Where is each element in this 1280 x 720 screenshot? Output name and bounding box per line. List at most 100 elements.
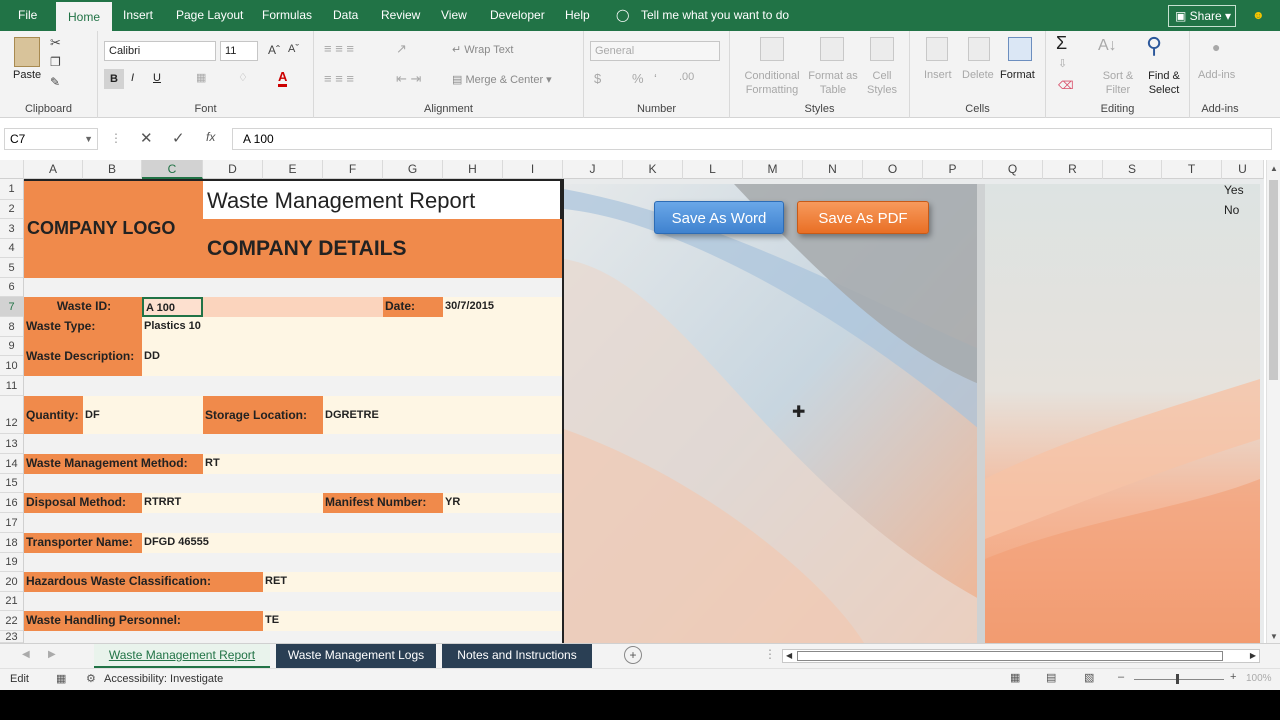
align-left-icon[interactable]: ≡ ≡ ≡	[324, 71, 354, 86]
paste-icon[interactable]	[14, 37, 40, 67]
list-item[interactable]: No	[1222, 201, 1262, 219]
row-header[interactable]: 12	[0, 396, 23, 434]
column-header[interactable]: R	[1043, 160, 1103, 179]
add-sheet-icon[interactable]: +	[624, 646, 642, 664]
scroll-up-icon[interactable]: ▲	[1270, 164, 1278, 173]
vertical-scrollbar[interactable]: ▲ ▼	[1266, 160, 1280, 643]
fill-icon[interactable]: ⇩	[1058, 57, 1067, 70]
column-header[interactable]: Q	[983, 160, 1043, 179]
horizontal-scrollbar[interactable]: ◀ ▶	[782, 649, 1260, 663]
page-layout-view-icon[interactable]: ▤	[1046, 671, 1056, 684]
row-header[interactable]: 8	[0, 317, 23, 337]
underline-button[interactable]: U	[153, 72, 161, 84]
zoom-slider-thumb[interactable]	[1176, 674, 1179, 684]
column-header[interactable]: A	[24, 160, 83, 179]
column-header[interactable]: G	[383, 160, 443, 179]
comma-icon[interactable]: ‘	[654, 71, 657, 86]
currency-icon[interactable]: $	[594, 71, 601, 86]
select-all-corner[interactable]	[0, 160, 24, 179]
tab-developer[interactable]: Developer	[490, 0, 545, 31]
bold-button[interactable]: B	[104, 69, 124, 89]
row-header[interactable]: 3	[0, 219, 23, 239]
merge-center-button[interactable]: ▤ Merge & Center ▾	[452, 73, 552, 86]
name-box[interactable]: C7 ▼	[4, 128, 98, 150]
row-header[interactable]: 2	[0, 200, 23, 219]
format-cells-button[interactable]: Format	[1000, 69, 1035, 81]
row-header[interactable]: 9	[0, 337, 23, 356]
row-header[interactable]: 18	[0, 533, 23, 553]
cut-icon[interactable]: ✂	[50, 35, 61, 51]
row-header[interactable]: 7	[0, 297, 23, 317]
delete-cells-button[interactable]: Delete	[962, 69, 994, 81]
save-as-pdf-button[interactable]: Save As PDF	[797, 201, 929, 234]
normal-view-icon[interactable]: ▦	[1010, 671, 1020, 684]
worksheet-grid[interactable]: COMPANY LOGO Waste Management Report COM…	[24, 179, 1264, 643]
column-header[interactable]: T	[1162, 160, 1222, 179]
row-header[interactable]: 15	[0, 474, 23, 493]
column-header[interactable]: D	[203, 160, 263, 179]
tell-me-search[interactable]: Tell me what you want to do	[641, 0, 789, 31]
borders-icon[interactable]: ▦	[196, 71, 206, 84]
zoom-in-icon[interactable]: +	[1230, 671, 1236, 683]
zoom-out-icon[interactable]: –	[1118, 671, 1124, 683]
row-header[interactable]: 19	[0, 553, 23, 572]
tab-data[interactable]: Data	[333, 0, 358, 31]
cell-styles-button[interactable]: Cell Styles	[864, 69, 900, 97]
copy-icon[interactable]: ❐	[50, 55, 61, 69]
sort-filter-button[interactable]: Sort & Filter	[1098, 69, 1138, 97]
format-painter-icon[interactable]: ✎	[50, 75, 60, 89]
hscroll-thumb[interactable]	[797, 651, 1223, 661]
tab-formulas[interactable]: Formulas	[262, 0, 312, 31]
row-header[interactable]: 17	[0, 513, 23, 533]
column-header[interactable]: L	[683, 160, 743, 179]
tab-help[interactable]: Help	[565, 0, 590, 31]
indent-icon[interactable]: ⇤ ⇥	[396, 71, 421, 87]
autosum-icon[interactable]: Σ	[1056, 33, 1067, 54]
row-header[interactable]: 11	[0, 376, 23, 396]
find-select-button[interactable]: Find & Select	[1142, 69, 1186, 97]
description-cell[interactable]: DD	[142, 337, 562, 376]
row-header[interactable]: 10	[0, 356, 23, 376]
fill-color-icon[interactable]: ♢	[238, 71, 248, 84]
column-header[interactable]: M	[743, 160, 803, 179]
personnel-cell[interactable]: TE	[263, 611, 562, 631]
row-header[interactable]: 5	[0, 258, 23, 278]
cancel-icon[interactable]: ✕	[140, 129, 153, 147]
method-cell[interactable]: RT	[203, 454, 562, 474]
scroll-thumb[interactable]	[1269, 180, 1278, 380]
addins-button[interactable]: Add-ins	[1198, 69, 1235, 81]
column-header[interactable]: F	[323, 160, 383, 179]
column-header[interactable]: K	[623, 160, 683, 179]
disposal-cell[interactable]: RTRRT	[142, 493, 323, 513]
italic-button[interactable]: I	[131, 72, 134, 84]
next-sheet-icon[interactable]: ▶	[48, 649, 56, 660]
sheet-tab-notes[interactable]: Notes and Instructions	[442, 644, 592, 668]
waste-type-cell[interactable]: Plastics 10	[142, 317, 562, 337]
share-button[interactable]: ▣ Share ▾	[1168, 5, 1236, 27]
column-header[interactable]: E	[263, 160, 323, 179]
paste-button[interactable]: Paste	[13, 69, 41, 81]
row-header[interactable]: 22	[0, 611, 23, 631]
column-header[interactable]: N	[803, 160, 863, 179]
row-header[interactable]: 21	[0, 592, 23, 611]
quantity-cell[interactable]: DF	[83, 396, 203, 434]
accessibility-status[interactable]: Accessibility: Investigate	[104, 673, 223, 685]
row-header[interactable]: 23	[0, 631, 23, 643]
storage-cell[interactable]: DGRETRE	[323, 396, 562, 434]
conditional-formatting-button[interactable]: Conditional Formatting	[742, 69, 802, 97]
column-header[interactable]: C	[142, 160, 203, 179]
smiley-icon[interactable]: ☻	[1252, 0, 1265, 31]
font-color-icon[interactable]: A	[278, 69, 288, 87]
insert-cells-button[interactable]: Insert	[924, 69, 952, 81]
sheet-tab-logs[interactable]: Waste Management Logs	[276, 644, 436, 668]
format-as-table-button[interactable]: Format as Table	[808, 69, 858, 97]
column-header[interactable]: B	[83, 160, 142, 179]
column-header[interactable]: S	[1103, 160, 1162, 179]
macro-record-icon[interactable]: ▦	[56, 672, 66, 685]
decimal-icon[interactable]: .00	[679, 71, 694, 83]
scroll-left-icon[interactable]: ◀	[786, 651, 792, 660]
percent-button[interactable]: %	[632, 71, 644, 86]
transporter-cell[interactable]: DFGD 46555	[142, 533, 562, 553]
tab-view[interactable]: View	[441, 0, 467, 31]
column-header[interactable]: I	[503, 160, 563, 179]
